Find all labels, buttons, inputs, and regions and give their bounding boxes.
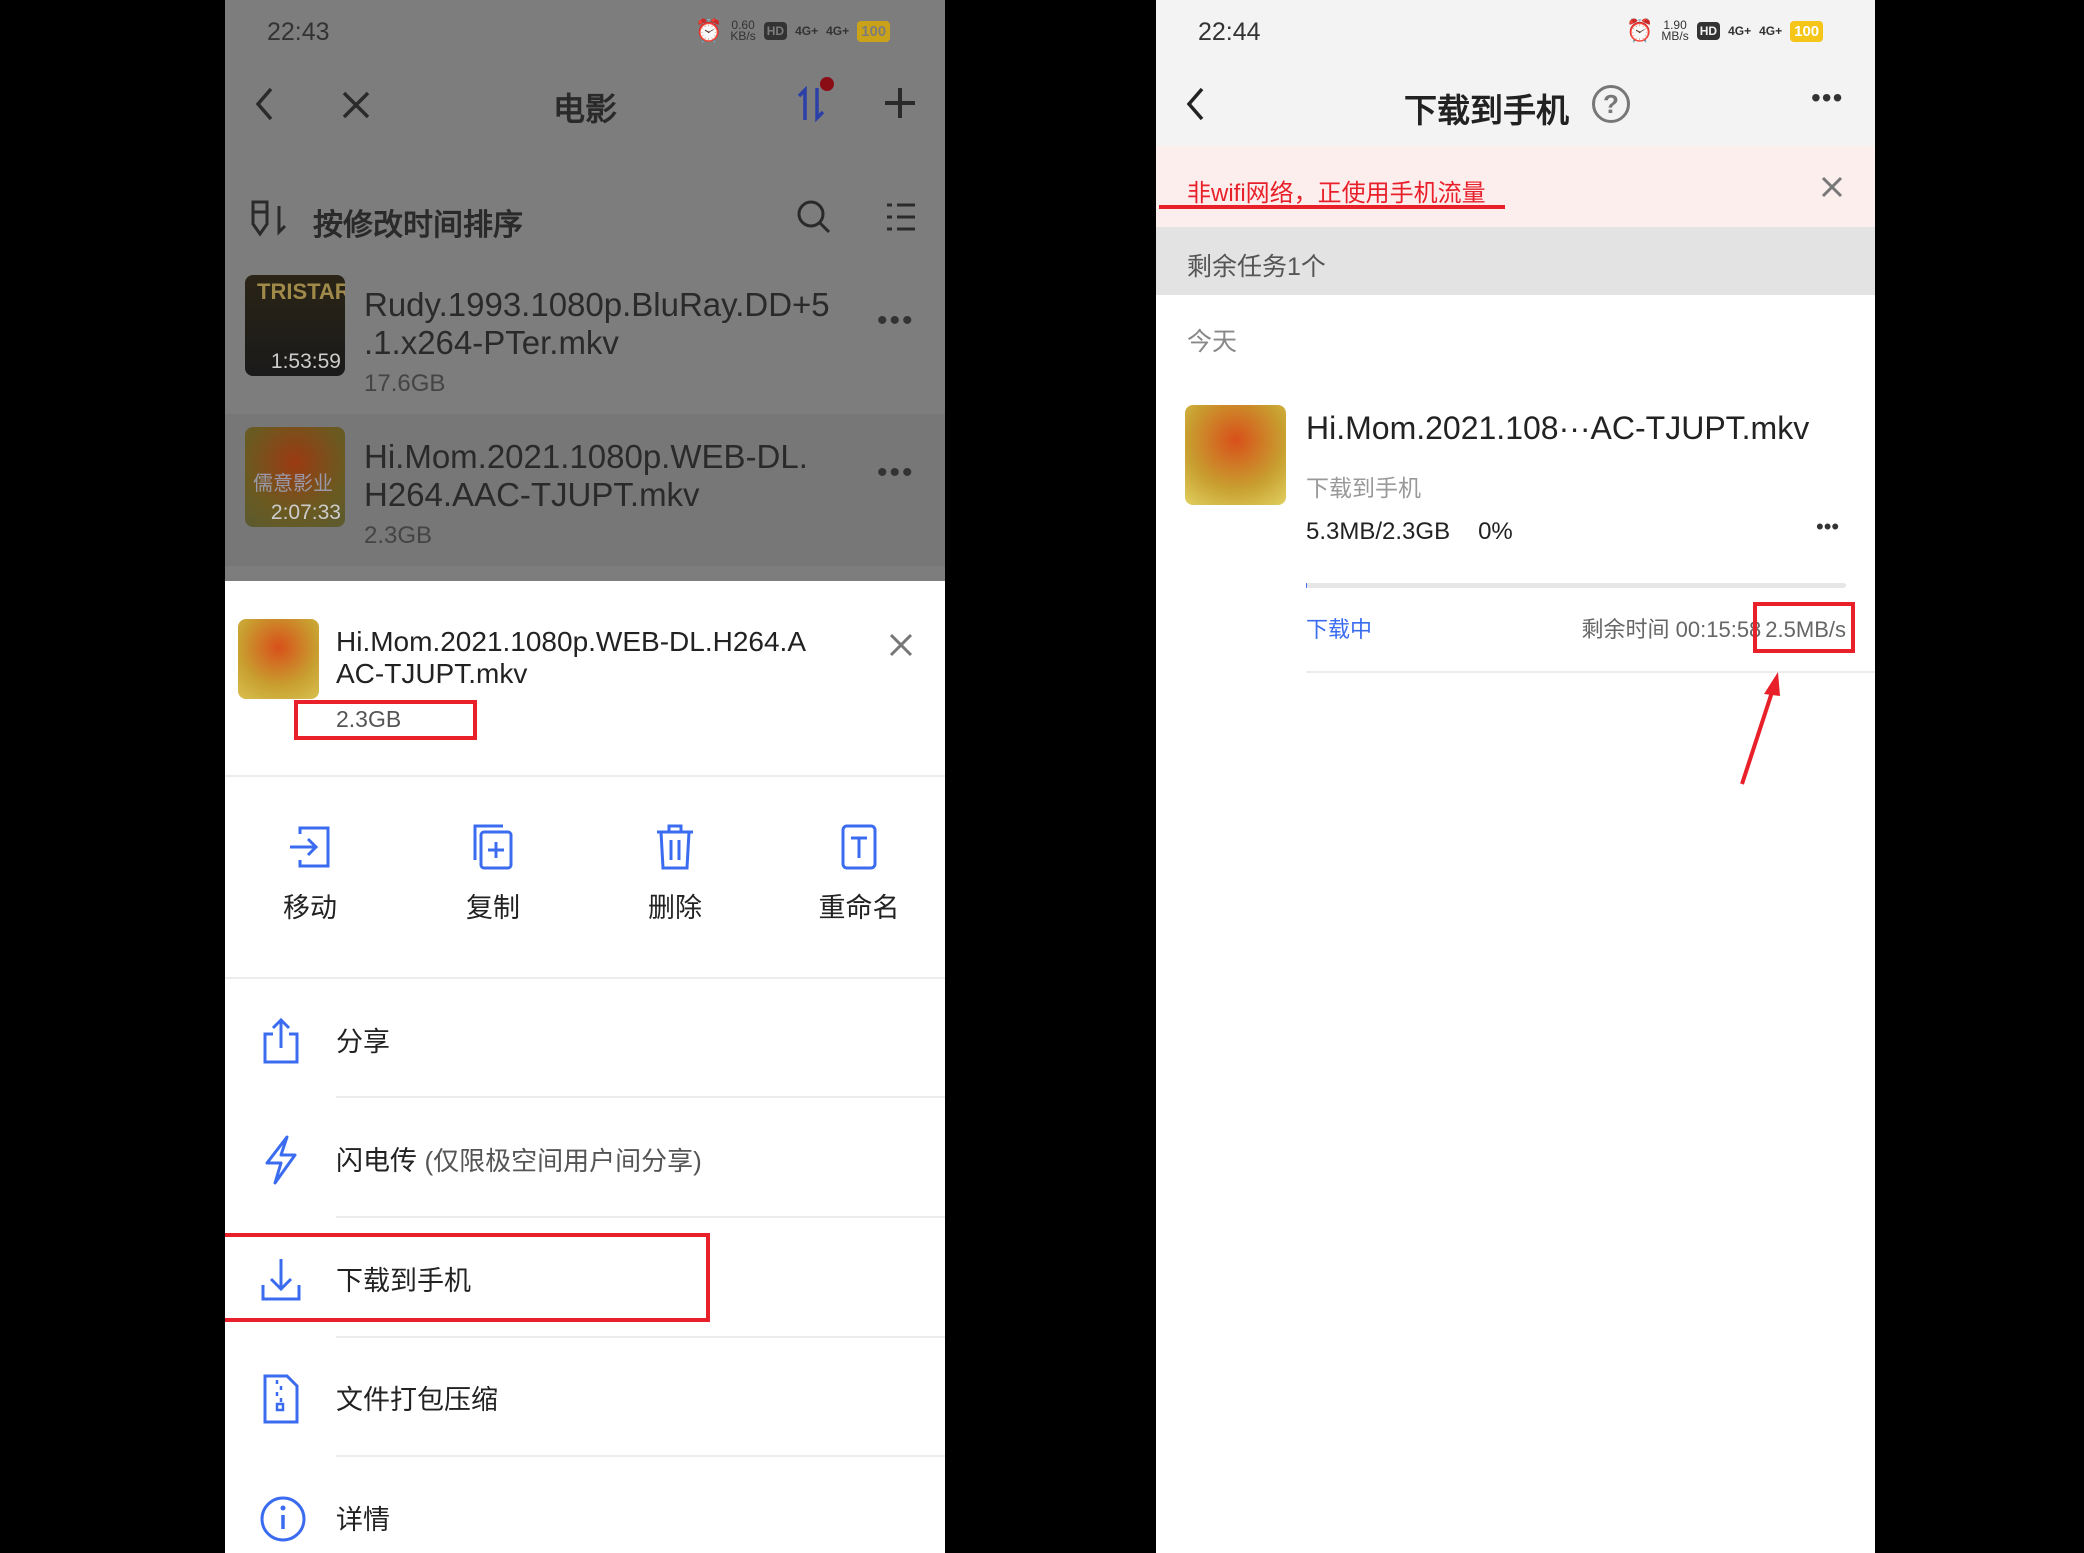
divider [1306, 671, 1875, 673]
hd-icon: HD [1697, 22, 1720, 40]
help-icon[interactable]: ? [1592, 85, 1630, 123]
progress-fill [1306, 583, 1307, 588]
back-icon[interactable] [1184, 86, 1206, 122]
file-thumbnail: TRISTAR 1:53:59 [245, 275, 345, 376]
alarm-icon: ⏰ [1626, 18, 1653, 44]
divider [336, 1216, 945, 1218]
status-time: 22:44 [1198, 18, 1261, 47]
menu-compress[interactable]: 文件打包压缩 [225, 1338, 945, 1456]
net-speed: 1.90MB/s [1661, 20, 1688, 42]
progress-bar [1306, 583, 1846, 588]
more-icon[interactable]: ••• [1811, 82, 1843, 114]
banner-close-icon[interactable] [1821, 176, 1843, 198]
task-state: 下载中 [1306, 612, 1372, 644]
task-progress-text: 5.3MB/2.3GB0% [1306, 518, 1513, 546]
search-icon[interactable] [795, 198, 833, 236]
sheet-thumbnail [238, 619, 319, 699]
divider [225, 775, 945, 777]
file-name: Hi.Mom.2021.1080p.WEB-DL.H264.AAC-TJUPT.… [364, 438, 808, 514]
underline-annotation [1159, 205, 1505, 209]
task-file-name: Hi.Mom.2021.108···AC-TJUPT.mkv [1306, 410, 1809, 447]
file-size: 2.3GB [364, 522, 432, 550]
lightning-icon [259, 1135, 303, 1185]
sheet-close-icon[interactable] [888, 632, 914, 658]
action-move[interactable]: 移动 [235, 822, 385, 925]
divider [336, 1455, 945, 1457]
banner-text: 非wifi网络，正使用手机流量 [1187, 173, 1486, 208]
hd-icon: HD [764, 22, 787, 40]
file-size: 17.6GB [364, 370, 445, 398]
divider [225, 977, 945, 979]
signal-icon: 4G+ [795, 24, 818, 38]
task-more-icon[interactable]: ••• [1816, 514, 1839, 540]
zip-file-icon [259, 1374, 303, 1424]
action-rename[interactable]: 重命名 [784, 822, 934, 925]
page-title: 下载到手机 [1404, 84, 1569, 132]
task-thumbnail [1185, 405, 1286, 505]
signal-icon: 4G+ [1728, 24, 1751, 38]
duration: 2:07:33 [271, 501, 341, 525]
menu-share[interactable]: 分享 [225, 980, 945, 1098]
more-icon[interactable]: ••• [877, 304, 915, 338]
action-copy[interactable]: 复制 [418, 822, 568, 925]
more-icon[interactable]: ••• [877, 456, 915, 490]
sheet-file-name: Hi.Mom.2021.1080p.WEB-DL.H264.AAC-TJUPT.… [336, 626, 806, 690]
file-thumbnail: 儒意影业 2:07:33 [245, 427, 345, 527]
highlight-box [294, 700, 477, 740]
info-icon [259, 1494, 307, 1544]
right-screen: 22:44 ⏰ 1.90MB/s HD 4G+ 4G+ 100 下载到手机 ? … [1156, 0, 1875, 1553]
highlight-box [1753, 602, 1855, 653]
alarm-icon: ⏰ [695, 18, 722, 44]
status-icons: ⏰ 0.60KB/s HD 4G+ 4G+ 100 [695, 18, 890, 44]
share-icon [259, 1016, 303, 1066]
highlight-box [225, 1233, 710, 1322]
battery-icon: 100 [1790, 21, 1823, 42]
signal-icon: 4G+ [1759, 24, 1782, 38]
add-icon[interactable] [883, 86, 917, 120]
dim-overlay[interactable]: 22:43 ⏰ 0.60KB/s HD 4G+ 4G+ 100 电影 按修改时间… [225, 0, 945, 581]
file-row[interactable]: TRISTAR 1:53:59 Rudy.1993.1080p.BluRay.D… [225, 266, 945, 412]
page-title: 电影 [225, 84, 945, 130]
trash-icon [651, 822, 699, 872]
list-view-icon[interactable] [885, 202, 917, 232]
transfer-icon[interactable] [795, 74, 835, 124]
duration: 1:53:59 [271, 350, 341, 374]
move-icon [286, 822, 334, 872]
signal-icon: 4G+ [826, 24, 849, 38]
section-today: 今天 [1187, 322, 1237, 358]
arrow-annotation [1736, 664, 1786, 789]
rename-icon [835, 822, 883, 872]
menu-flash-transfer[interactable]: 闪电传 (仅限极空间用户间分享) [225, 1099, 945, 1217]
tasks-remaining: 剩余任务1个 [1187, 247, 1326, 283]
battery-icon: 100 [857, 21, 890, 42]
net-speed: 0.60KB/s [730, 20, 755, 42]
copy-icon [469, 822, 517, 872]
status-time: 22:43 [267, 18, 330, 47]
status-icons: ⏰ 1.90MB/s HD 4G+ 4G+ 100 [1626, 18, 1823, 44]
sort-icon[interactable] [249, 198, 289, 238]
action-delete[interactable]: 删除 [600, 822, 750, 925]
file-name: Rudy.1993.1080p.BluRay.DD+5.1.x264-PTer.… [364, 286, 830, 362]
task-subtitle: 下载到手机 [1306, 469, 1421, 503]
divider [336, 1096, 945, 1098]
file-row[interactable]: 儒意影业 2:07:33 Hi.Mom.2021.1080p.WEB-DL.H2… [225, 414, 945, 566]
left-screen: 22:43 ⏰ 0.60KB/s HD 4G+ 4G+ 100 电影 按修改时间… [225, 0, 945, 1553]
menu-details[interactable]: 详情 [225, 1458, 945, 1553]
sort-label[interactable]: 按修改时间排序 [313, 200, 523, 244]
